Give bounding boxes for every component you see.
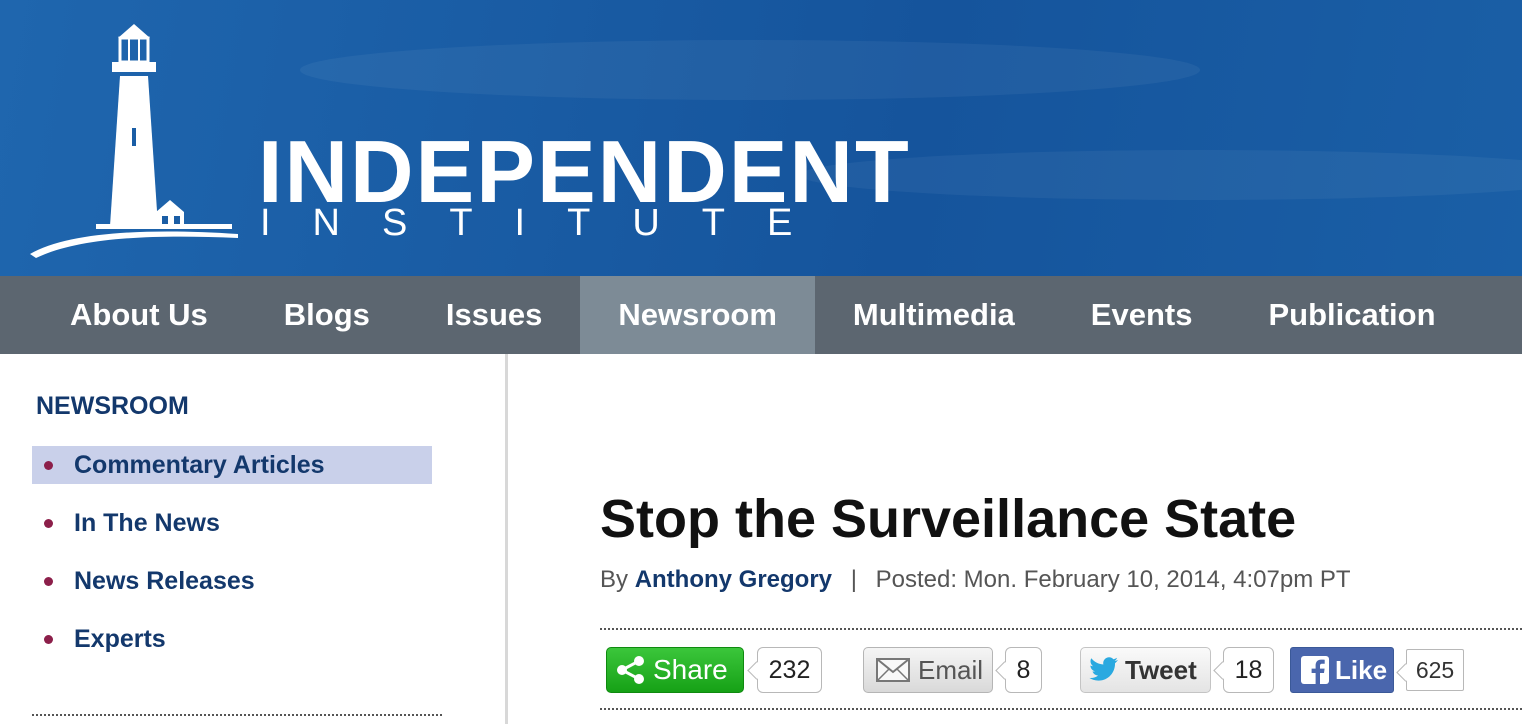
sidebar-item-commentary-articles[interactable]: Commentary Articles [32,446,432,484]
like-count: 625 [1406,649,1464,691]
byline-separator: | [850,566,857,593]
nav-item-events[interactable]: Events [1053,276,1231,354]
sidebar-item-news-releases[interactable]: News Releases [32,562,432,600]
byline-prefix: By [600,566,629,593]
envelope-icon [876,658,910,682]
share-bar-bottom-rule [600,708,1522,710]
sidebar-item-label: In The News [74,508,220,537]
sidebar-title: NEWSROOM [36,392,189,420]
nav-item-newsroom[interactable]: Newsroom [580,276,815,354]
bullet-icon [44,518,53,528]
sidebar-item-label: Commentary Articles [74,450,325,479]
share-bar-top-rule [600,628,1522,630]
bullet-icon [44,634,53,644]
share-label: Share [653,654,728,685]
nav-item-blogs[interactable]: Blogs [246,276,408,354]
header-texture [300,40,1200,100]
facebook-icon [1301,656,1329,684]
email-count: 8 [1005,647,1042,693]
tweet-count: 18 [1223,647,1274,693]
author-link[interactable]: Anthony Gregory [635,566,832,593]
sidebar-divider-dotted [32,714,442,716]
sidebar-item-label: News Releases [74,566,255,595]
sidebar-item-in-the-news[interactable]: In The News [32,504,432,542]
nav-item-publications[interactable]: Publication [1230,276,1473,354]
lighthouse-icon[interactable] [28,18,248,260]
tweet-button[interactable]: Tweet [1080,647,1211,693]
share-icon [615,654,647,686]
nav-item-multimedia[interactable]: Multimedia [815,276,1053,354]
like-label: Like [1335,654,1388,685]
main-nav: About Us Blogs Issues Newsroom Multimedi… [0,276,1522,354]
bullet-icon [44,576,53,586]
byline: By Anthony Gregory | Posted: Mon. Februa… [600,566,1351,594]
email-button[interactable]: Email [863,647,993,693]
email-label: Email [918,654,984,685]
tweet-label: Tweet [1125,654,1197,685]
site-header: INDEPENDENT INSTITUTE [0,0,1522,276]
article-title: Stop the Surveillance State [600,489,1297,549]
nav-item-about-us[interactable]: About Us [0,276,246,354]
like-button[interactable]: Like [1290,647,1394,693]
brand-subtitle[interactable]: INSTITUTE [260,204,834,242]
posted-date: Posted: Mon. February 10, 2014, 4:07pm P… [875,566,1351,593]
twitter-bird-icon [1089,657,1119,683]
sidebar-item-experts[interactable]: Experts [32,620,432,658]
share-count: 232 [757,647,822,693]
sidebar-divider [505,354,508,724]
sidebar-item-label: Experts [74,624,166,653]
share-button[interactable]: Share [606,647,744,693]
bullet-icon [44,460,53,470]
nav-item-issues[interactable]: Issues [408,276,581,354]
